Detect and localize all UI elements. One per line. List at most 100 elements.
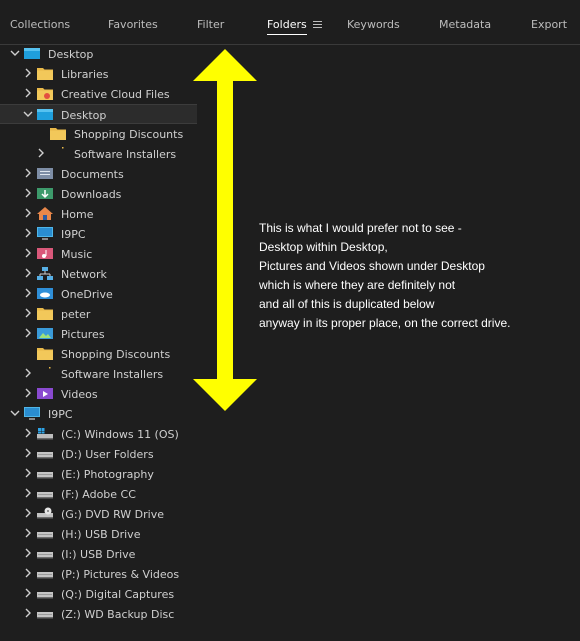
tree-row-label: (H:) USB Drive	[61, 528, 141, 541]
chevron-right-icon[interactable]	[23, 568, 33, 578]
drive-icon	[37, 607, 53, 620]
tree-row[interactable]: I9PC	[0, 404, 580, 424]
os-drive-icon	[37, 427, 53, 440]
dvd-drive-icon	[37, 507, 53, 520]
chevron-right-icon[interactable]	[23, 428, 33, 438]
active-tab-underline	[267, 34, 307, 35]
folder-icon	[50, 127, 66, 140]
tree-row-label: Videos	[61, 388, 98, 401]
documents-folder-icon	[37, 167, 53, 180]
chevron-right-icon[interactable]	[23, 368, 33, 378]
tree-row[interactable]: Shopping Discounts	[0, 344, 580, 364]
tree-row[interactable]: Desktop	[0, 104, 197, 124]
chevron-right-icon[interactable]	[23, 548, 33, 558]
tree-row[interactable]: Videos	[0, 384, 580, 404]
computer-icon	[24, 407, 40, 420]
chevron-down-icon[interactable]	[10, 408, 20, 418]
tree-row-label: Documents	[61, 168, 124, 181]
chevron-right-icon[interactable]	[23, 508, 33, 518]
chevron-right-icon[interactable]	[23, 588, 33, 598]
tab-keywords[interactable]: Keywords	[347, 18, 400, 31]
folder-marker-icon	[50, 147, 66, 160]
tree-row-label: Music	[61, 248, 93, 261]
tree-row[interactable]: Libraries	[0, 64, 580, 84]
chevron-right-icon[interactable]	[23, 448, 33, 458]
tab-collections[interactable]: Collections	[10, 18, 70, 31]
tree-row[interactable]: Software Installers	[0, 364, 580, 384]
tree-row[interactable]: (H:) USB Drive	[0, 524, 580, 544]
chevron-right-icon[interactable]	[23, 488, 33, 498]
drive-icon	[37, 447, 53, 460]
tree-row-label: Desktop	[61, 109, 107, 122]
tab-export[interactable]: Export	[531, 18, 567, 31]
chevron-down-icon[interactable]	[10, 48, 20, 58]
pictures-folder-icon	[37, 327, 53, 340]
tree-row[interactable]: (G:) DVD RW Drive	[0, 504, 580, 524]
annotation-line: Desktop within Desktop,	[259, 240, 388, 254]
tree-row-label: (F:) Adobe CC	[61, 488, 136, 501]
tree-row[interactable]: (I:) USB Drive	[0, 544, 580, 564]
annotation-line: and all of this is duplicated below	[259, 297, 435, 311]
tree-row[interactable]: Shopping Discounts	[0, 124, 580, 144]
chevron-right-icon[interactable]	[23, 608, 33, 618]
annotation-line: which is where they are definitely not	[259, 278, 456, 292]
tree-row-label: Home	[61, 208, 94, 221]
tree-row[interactable]: (P:) Pictures & Videos	[0, 564, 580, 584]
folder-icon	[37, 67, 53, 80]
tab-folders-label: Folders	[267, 18, 307, 31]
drive-icon	[37, 567, 53, 580]
panel-menu-icon[interactable]	[313, 21, 322, 28]
tree-row[interactable]: (D:) User Folders	[0, 444, 580, 464]
tree-row[interactable]: (F:) Adobe CC	[0, 484, 580, 504]
tab-folders[interactable]: Folders	[267, 18, 307, 35]
chevron-right-icon[interactable]	[36, 148, 46, 158]
chevron-right-icon[interactable]	[23, 528, 33, 538]
computer-icon	[37, 227, 53, 240]
annotation-line: Pictures and Videos shown under Desktop	[259, 259, 485, 273]
chevron-down-icon[interactable]	[23, 109, 33, 119]
folder-marker-icon	[37, 367, 53, 380]
tree-row-label: (D:) User Folders	[61, 448, 154, 461]
tree-row[interactable]: Creative Cloud Files	[0, 84, 580, 104]
tree-row-label: (I:) USB Drive	[61, 548, 136, 561]
chevron-right-icon[interactable]	[23, 268, 33, 278]
chevron-right-icon[interactable]	[23, 308, 33, 318]
chevron-right-icon[interactable]	[23, 388, 33, 398]
tree-row-label: Libraries	[61, 68, 109, 81]
tree-row-label: OneDrive	[61, 288, 113, 301]
tree-row[interactable]: (E:) Photography	[0, 464, 580, 484]
videos-folder-icon	[37, 387, 53, 400]
chevron-right-icon[interactable]	[23, 288, 33, 298]
folder-icon	[37, 307, 53, 320]
tab-filter[interactable]: Filter	[197, 18, 224, 31]
tree-row-label: Software Installers	[74, 148, 177, 161]
chevron-right-icon[interactable]	[23, 228, 33, 238]
chevron-right-icon[interactable]	[23, 168, 33, 178]
chevron-right-icon[interactable]	[23, 248, 33, 258]
home-icon	[37, 207, 53, 220]
tree-row[interactable]: Desktop	[0, 44, 580, 64]
music-folder-icon	[37, 247, 53, 260]
tree-row[interactable]: (Q:) Digital Captures	[0, 584, 580, 604]
tree-row[interactable]: Software Installers	[0, 144, 580, 164]
tree-row-label: I9PC	[48, 408, 73, 421]
tree-row[interactable]: Downloads	[0, 184, 580, 204]
annotation-line: anyway in its proper place, on the corre…	[259, 316, 511, 330]
tree-row-label: Software Installers	[61, 368, 164, 381]
desktop-folder-icon	[37, 108, 53, 121]
drive-icon	[37, 487, 53, 500]
tab-favorites[interactable]: Favorites	[108, 18, 158, 31]
tree-row-label: (C:) Windows 11 (OS)	[61, 428, 179, 441]
chevron-right-icon[interactable]	[23, 68, 33, 78]
drive-icon	[37, 467, 53, 480]
tree-row[interactable]: (C:) Windows 11 (OS)	[0, 424, 580, 444]
tab-metadata[interactable]: Metadata	[439, 18, 491, 31]
tree-row[interactable]: (Z:) WD Backup Disc	[0, 604, 580, 624]
chevron-right-icon[interactable]	[23, 468, 33, 478]
chevron-right-icon[interactable]	[23, 328, 33, 338]
tree-row[interactable]: Documents	[0, 164, 580, 184]
chevron-right-icon[interactable]	[23, 208, 33, 218]
chevron-right-icon[interactable]	[23, 188, 33, 198]
tree-row-label: peter	[61, 308, 91, 321]
chevron-right-icon[interactable]	[23, 88, 33, 98]
